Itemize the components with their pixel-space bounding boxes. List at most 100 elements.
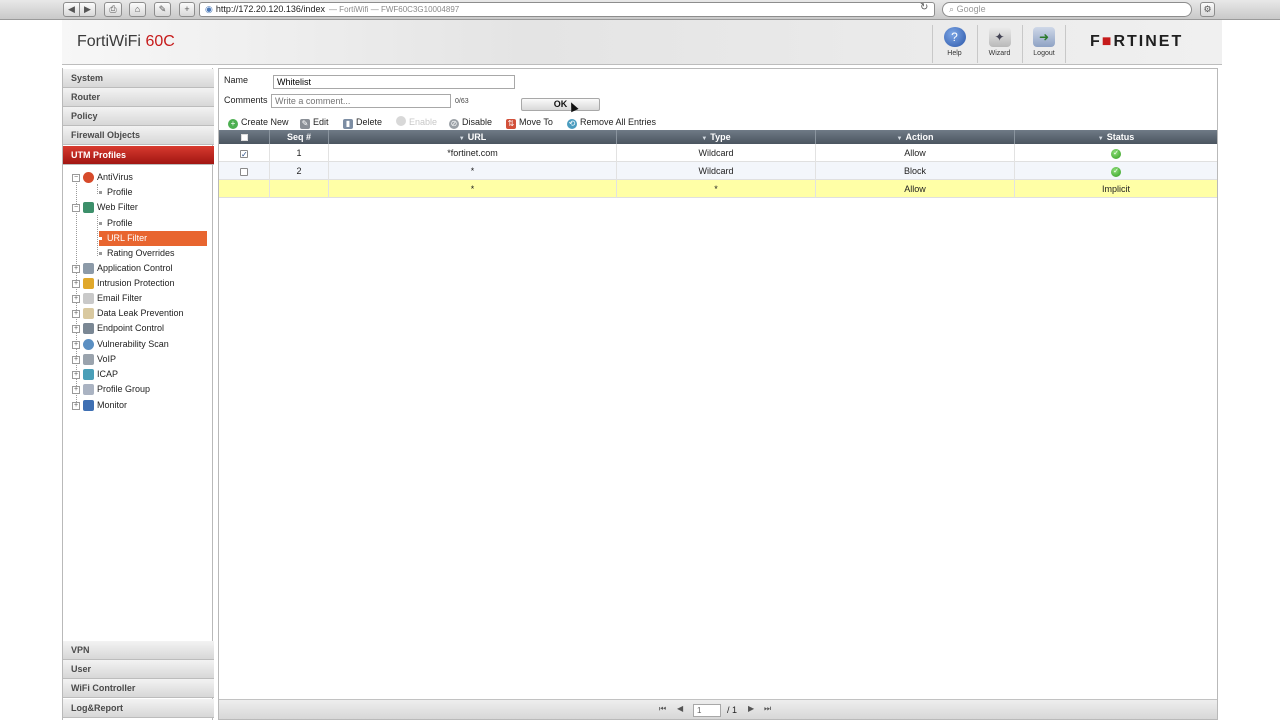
select-all-checkbox[interactable]	[240, 134, 248, 142]
toolbar: + Create New ✎ Edit ▮ Delete Enable ⊘ Disabl…	[219, 114, 1217, 130]
back-button[interactable]: ◀	[63, 2, 80, 17]
collapse-icon[interactable]: −	[72, 173, 80, 182]
move-icon: ⇅	[506, 119, 516, 129]
reload-icon[interactable]: ↻	[920, 2, 928, 13]
page-number-input[interactable]	[693, 704, 721, 717]
expand-icon[interactable]: +	[72, 355, 80, 364]
collapse-icon[interactable]: −	[72, 203, 80, 212]
sidebar-item-web-filter-profile[interactable]: Profile	[99, 216, 133, 231]
type-cell: *	[617, 180, 816, 198]
sidebar-item-vulnerability-scan[interactable]: + Vulnerability Scan	[72, 337, 169, 352]
ok-button[interactable]: OK	[521, 98, 600, 111]
column-type[interactable]: ▼ Type	[617, 130, 816, 144]
sidebar-section-policy[interactable]: Policy	[63, 107, 214, 126]
expand-icon[interactable]: +	[72, 401, 80, 410]
disable-button[interactable]: ⊘ Disable	[449, 116, 492, 129]
sidebar-section-log-report[interactable]: Log&Report	[63, 699, 214, 718]
address-bar[interactable]: ◉ http://172.20.120.136/index — FortiWifi …	[199, 2, 935, 17]
edit-button[interactable]: ✎ Edit	[300, 116, 329, 129]
expand-icon[interactable]: +	[72, 279, 80, 288]
delete-button[interactable]: ▮ Delete	[343, 116, 382, 129]
sidebar-section-vpn[interactable]: VPN	[63, 641, 214, 660]
expand-icon[interactable]: +	[72, 294, 80, 303]
sidebar-item-icap[interactable]: + ICAP	[72, 367, 118, 382]
enable-button[interactable]: Enable	[396, 116, 437, 128]
logout-button[interactable]: ➜ Logout	[1022, 25, 1066, 63]
row-checkbox-checked[interactable]: ✓	[240, 149, 248, 158]
move-to-button[interactable]: ⇅ Move To	[506, 116, 553, 129]
expand-icon[interactable]: +	[72, 340, 80, 349]
sidebar-item-email-filter[interactable]: + Email Filter	[72, 291, 142, 306]
row-checkbox-cell[interactable]: ✓	[219, 144, 270, 162]
select-all-checkbox-cell[interactable]	[219, 130, 270, 144]
home-button[interactable]: ⌂	[129, 2, 146, 17]
name-label: Name	[224, 75, 249, 85]
expand-icon[interactable]: +	[72, 324, 80, 333]
comments-field[interactable]	[271, 94, 451, 108]
sidebar-item-rating-overrides[interactable]: Rating Overrides	[99, 246, 175, 261]
row-checkbox-cell[interactable]	[219, 162, 270, 180]
help-button[interactable]: ? Help	[932, 25, 976, 63]
table-row[interactable]: ✓ 1 *fortinet.com Wildcard Allow ✓	[219, 144, 1217, 162]
sidebar-item-antivirus[interactable]: − AntiVirus	[72, 170, 133, 185]
bullet-icon	[99, 191, 102, 195]
column-seq[interactable]: Seq #	[270, 130, 329, 144]
expand-icon[interactable]: +	[72, 385, 80, 394]
sidebar-section-utm-profiles[interactable]: UTM Profiles	[63, 146, 214, 165]
sidebar-item-voip[interactable]: + VoIP	[72, 352, 116, 367]
seq-cell: 2	[270, 162, 329, 180]
sidebar-section-system[interactable]: System	[63, 69, 214, 88]
sidebar-item-data-leak-prevention[interactable]: + Data Leak Prevention	[72, 306, 184, 321]
remove-all-icon: ⟲	[567, 119, 577, 129]
url-cell: *fortinet.com	[329, 144, 617, 162]
table-row-implicit[interactable]: * * Allow Implicit	[219, 180, 1217, 198]
filter-icon[interactable]: ▼	[1098, 136, 1104, 142]
column-url[interactable]: ▼ URL	[329, 130, 617, 144]
sidebar-item-intrusion-protection[interactable]: + Intrusion Protection	[72, 276, 175, 291]
sidebar-section-router[interactable]: Router	[63, 88, 214, 107]
forward-button[interactable]: ▶	[79, 2, 96, 17]
column-status[interactable]: ▼ Status	[1015, 130, 1217, 144]
search-input[interactable]: ⌕ Google	[942, 2, 1192, 17]
remove-all-button[interactable]: ⟲ Remove All Entries	[567, 116, 656, 129]
sidebar-item-url-filter[interactable]: URL Filter	[99, 231, 207, 246]
expand-icon[interactable]: +	[72, 309, 80, 318]
filter-icon[interactable]: ▼	[701, 136, 707, 142]
first-page-icon[interactable]: ⏮	[659, 704, 666, 714]
table-row[interactable]: 2 * Wildcard Block ✓	[219, 162, 1217, 180]
add-bookmark-button[interactable]: +	[179, 2, 195, 17]
previous-page-icon[interactable]: ◀	[677, 704, 683, 713]
row-checkbox[interactable]	[240, 167, 248, 176]
create-new-button[interactable]: + Create New	[228, 116, 289, 129]
tree-line	[97, 184, 98, 194]
sidebar-section-user[interactable]: User	[63, 660, 214, 679]
print-button[interactable]: ⎙	[104, 2, 122, 17]
sidebar-item-endpoint-control[interactable]: + Endpoint Control	[72, 321, 164, 336]
url-cell: *	[329, 162, 617, 180]
pencil-icon: ✎	[300, 119, 310, 129]
sidebar-item-application-control[interactable]: + Application Control	[72, 261, 173, 276]
last-page-icon[interactable]: ⏭	[764, 704, 771, 714]
sidebar-item-antivirus-profile[interactable]: Profile	[99, 185, 133, 200]
sidebar-item-web-filter[interactable]: − Web Filter	[72, 200, 138, 215]
wizard-label: Wizard	[988, 50, 1011, 57]
sidebar-item-profile-group[interactable]: + Profile Group	[72, 382, 150, 397]
bookmark-button[interactable]: ✎	[154, 2, 171, 17]
status-cell: Implicit	[1101, 184, 1130, 194]
expand-icon[interactable]: +	[72, 264, 80, 273]
wizard-button[interactable]: ✦ Wizard	[977, 25, 1021, 63]
sidebar-section-firewall-objects[interactable]: Firewall Objects	[63, 126, 214, 145]
help-icon: ?	[943, 27, 966, 47]
expand-icon[interactable]: +	[72, 370, 80, 379]
shield-icon	[83, 278, 94, 290]
filter-icon[interactable]: ▼	[897, 136, 903, 142]
globe-icon: ◉	[205, 4, 213, 14]
sidebar-item-monitor[interactable]: + Monitor	[72, 398, 127, 413]
next-page-icon[interactable]: ▶	[748, 704, 754, 713]
sidebar-section-wifi-controller[interactable]: WiFi Controller	[63, 679, 214, 698]
scan-icon	[83, 339, 94, 351]
column-action[interactable]: ▼ Action	[816, 130, 1015, 144]
gear-icon[interactable]: ⚙	[1200, 2, 1215, 17]
name-field[interactable]	[273, 75, 515, 89]
filter-icon[interactable]: ▼	[459, 136, 465, 142]
